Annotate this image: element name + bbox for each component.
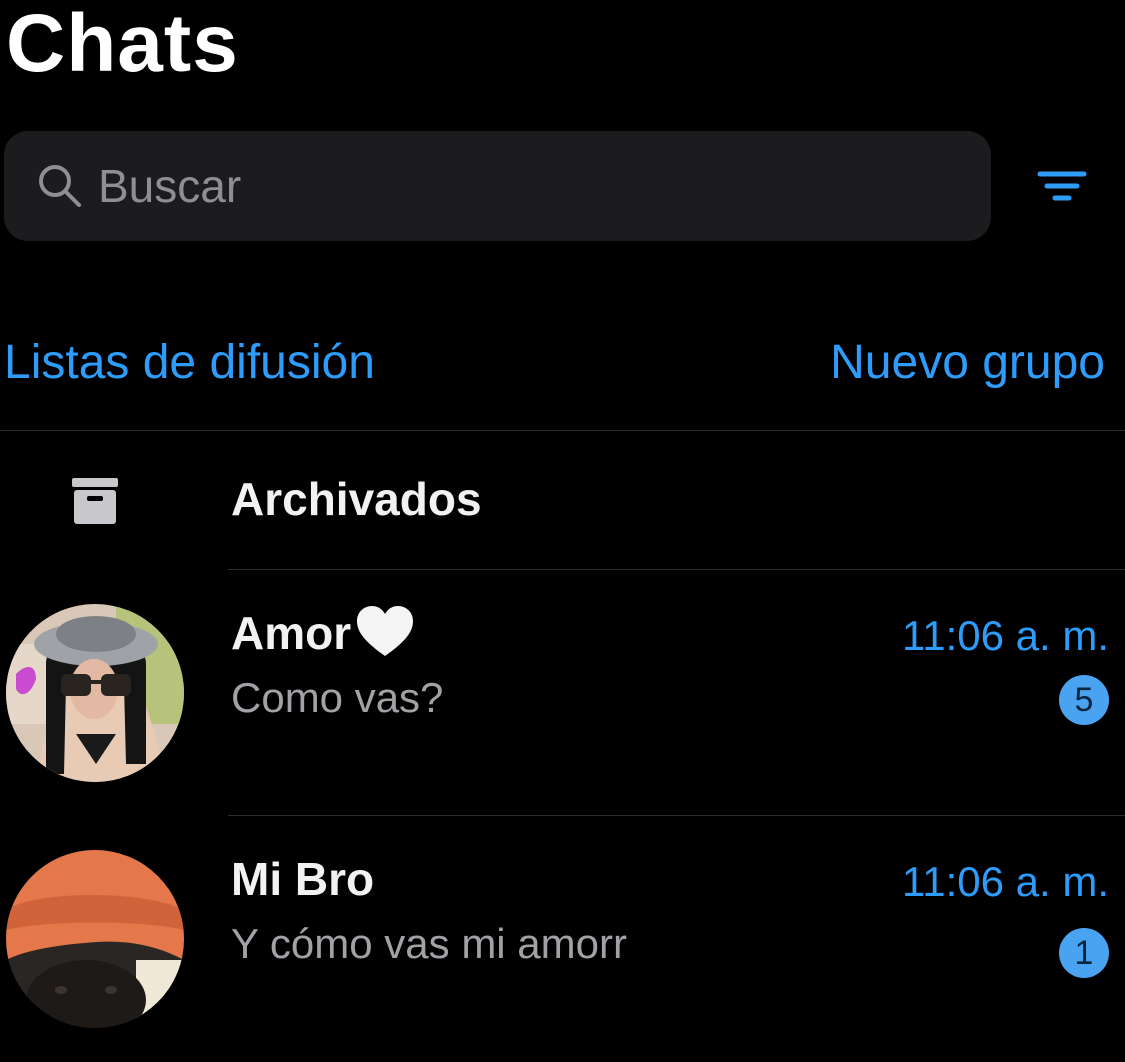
unread-badge: 1 — [1059, 928, 1109, 978]
filter-button[interactable] — [1030, 162, 1094, 210]
chat-name: Amor — [231, 606, 415, 660]
chat-row-mi-bro[interactable]: Mi Bro Y cómo vas mi amorr 11:06 a. m. 1 — [0, 816, 1125, 1062]
chat-name: Mi Bro — [231, 852, 374, 906]
page-title: Chats — [6, 0, 239, 89]
chat-name-text: Amor — [231, 607, 352, 659]
archived-row[interactable]: Archivados — [0, 432, 1125, 570]
chat-last-message: Y cómo vas mi amorr — [231, 920, 627, 967]
search-icon — [32, 158, 88, 214]
chat-time: 11:06 a. m. — [901, 612, 1109, 659]
white-heart-emoji-icon — [357, 606, 414, 656]
new-group-link[interactable]: Nuevo grupo — [830, 333, 1105, 393]
chat-last-message: Como vas? — [231, 674, 444, 721]
chat-row-amor[interactable]: Amor Como vas? 11:06 a. m. 5 — [0, 570, 1125, 816]
chat-time: 11:06 a. m. — [901, 858, 1109, 905]
chat-name-text: Mi Bro — [231, 853, 375, 905]
broadcast-lists-link[interactable]: Listas de difusión — [4, 333, 375, 393]
search-input[interactable]: Buscar — [98, 159, 241, 213]
divider — [0, 430, 1125, 431]
search-bar[interactable]: Buscar — [4, 131, 991, 241]
avatar — [6, 850, 184, 1028]
archived-label: Archivados — [231, 473, 482, 525]
archive-icon — [72, 478, 118, 524]
filter-icon — [1037, 171, 1087, 201]
avatar — [6, 604, 184, 782]
unread-badge: 5 — [1059, 675, 1109, 725]
